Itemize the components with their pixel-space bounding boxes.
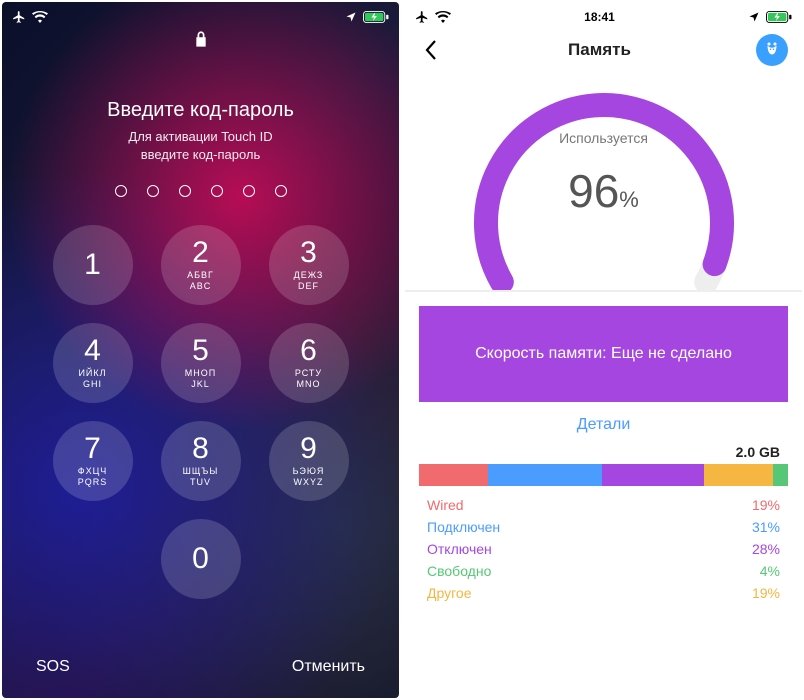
legend-name: Свободно <box>427 563 491 579</box>
gauge-value: 96% <box>405 164 802 218</box>
wifi-icon <box>32 11 48 23</box>
legend-name: Wired <box>427 497 464 513</box>
key-number: 5 <box>192 336 209 366</box>
key-letters: ШЩЪЫTUV <box>183 466 219 488</box>
cancel-button[interactable]: Отменить <box>292 658 365 676</box>
key-number: 9 <box>300 434 317 464</box>
sos-button[interactable]: SOS <box>36 658 70 676</box>
avatar[interactable] <box>756 34 788 66</box>
prompt-subtitle: Для активации Touch ID введите код-парол… <box>2 128 399 163</box>
airplane-icon <box>415 10 429 24</box>
passcode-dot <box>147 185 159 197</box>
legend-row: Подключен 31% <box>427 516 780 538</box>
keypad-key-8[interactable]: 8ШЩЪЫTUV <box>161 421 241 501</box>
status-clock: 18:41 <box>584 10 615 24</box>
legend-row: Свободно 4% <box>427 560 780 582</box>
key-number: 0 <box>192 544 209 574</box>
battery-icon <box>363 11 389 23</box>
legend-row: Wired 19% <box>427 494 780 516</box>
status-bar: 18:41 <box>405 2 802 28</box>
bar-segment-подключен <box>488 464 601 486</box>
passcode-dot <box>275 185 287 197</box>
bar-segment-свободно <box>773 464 788 486</box>
key-letters: ДЕЖЗDEF <box>294 270 324 292</box>
total-memory: 2.0 GB <box>405 434 802 464</box>
passcode-dot <box>211 185 223 197</box>
key-number: 2 <box>192 238 209 268</box>
key-number: 8 <box>192 434 209 464</box>
legend-name: Другое <box>427 585 471 601</box>
keypad-key-5[interactable]: 5МНОПJKL <box>161 323 241 403</box>
location-icon <box>345 11 357 23</box>
header: Память <box>405 28 802 72</box>
key-letters: АБВГABC <box>187 270 214 292</box>
legend-row: Отключен 28% <box>427 538 780 560</box>
keypad-key-3[interactable]: 3ДЕЖЗDEF <box>269 225 349 305</box>
key-number: 1 <box>84 250 101 280</box>
bar-segment-отключен <box>602 464 704 486</box>
keypad-key-4[interactable]: 4ИЙКЛGHI <box>53 323 133 403</box>
keypad-key-7[interactable]: 7ФХЦЧPQRS <box>53 421 133 501</box>
key-letters: РСТУMNO <box>295 368 322 390</box>
wifi-icon <box>435 11 451 23</box>
keypad-key-6[interactable]: 6РСТУMNO <box>269 323 349 403</box>
gauge-label: Используется <box>405 130 802 146</box>
legend-value: 19% <box>752 585 780 601</box>
battery-icon <box>766 11 792 23</box>
usage-gauge: Используется 96% <box>405 72 802 292</box>
legend-name: Подключен <box>427 519 500 535</box>
page-title: Память <box>443 40 756 60</box>
memory-bar <box>419 464 788 486</box>
key-letters: ИЙКЛGHI <box>78 368 106 390</box>
memory-legend: Wired 19% Подключен 31% Отключен 28% Свободно 4… <box>427 494 780 604</box>
details-title: Детали <box>405 416 802 434</box>
keypad-key-1[interactable]: 1 <box>53 225 133 305</box>
lock-icon <box>2 30 399 53</box>
legend-value: 31% <box>752 519 780 535</box>
memory-speed-card[interactable]: Скорость памяти: Еще не сделано <box>419 306 788 402</box>
memory-screen: 18:41 Память Используется 96% <box>405 2 802 698</box>
passcode-dots <box>2 185 399 197</box>
keypad-key-9[interactable]: 9ЬЭЮЯWXYZ <box>269 421 349 501</box>
airplane-icon <box>12 10 26 24</box>
keypad-key-2[interactable]: 2АБВГABC <box>161 225 241 305</box>
status-bar <box>2 2 399 28</box>
lockscreen: Введите код-пароль Для активации Touch I… <box>2 2 399 698</box>
passcode-dot <box>179 185 191 197</box>
passcode-dot <box>115 185 127 197</box>
key-number: 4 <box>84 336 101 366</box>
legend-value: 4% <box>760 563 780 579</box>
legend-row: Другое 19% <box>427 582 780 604</box>
back-button[interactable] <box>419 38 443 62</box>
key-number: 7 <box>84 434 101 464</box>
key-number: 6 <box>300 336 317 366</box>
legend-name: Отключен <box>427 541 492 557</box>
bar-segment-wired <box>419 464 488 486</box>
bar-segment-другое <box>704 464 773 486</box>
key-letters: ФХЦЧPQRS <box>78 466 108 488</box>
legend-value: 19% <box>752 497 780 513</box>
speed-label: Скорость памяти: Еще не сделано <box>475 345 732 363</box>
keypad-key-0[interactable]: 0 <box>161 519 241 599</box>
legend-value: 28% <box>752 541 780 557</box>
passcode-dot <box>243 185 255 197</box>
keypad: 1 2АБВГABC 3ДЕЖЗDEF 4ИЙКЛGHI 5МНОПJKL 6РСТУMN… <box>51 225 351 599</box>
location-icon <box>748 11 760 23</box>
passcode-prompt: Введите код-пароль Для активации Touch I… <box>2 99 399 163</box>
key-letters: МНОПJKL <box>185 368 216 390</box>
key-number: 3 <box>300 238 317 268</box>
key-letters: ЬЭЮЯWXYZ <box>293 466 325 488</box>
prompt-title: Введите код-пароль <box>2 99 399 122</box>
